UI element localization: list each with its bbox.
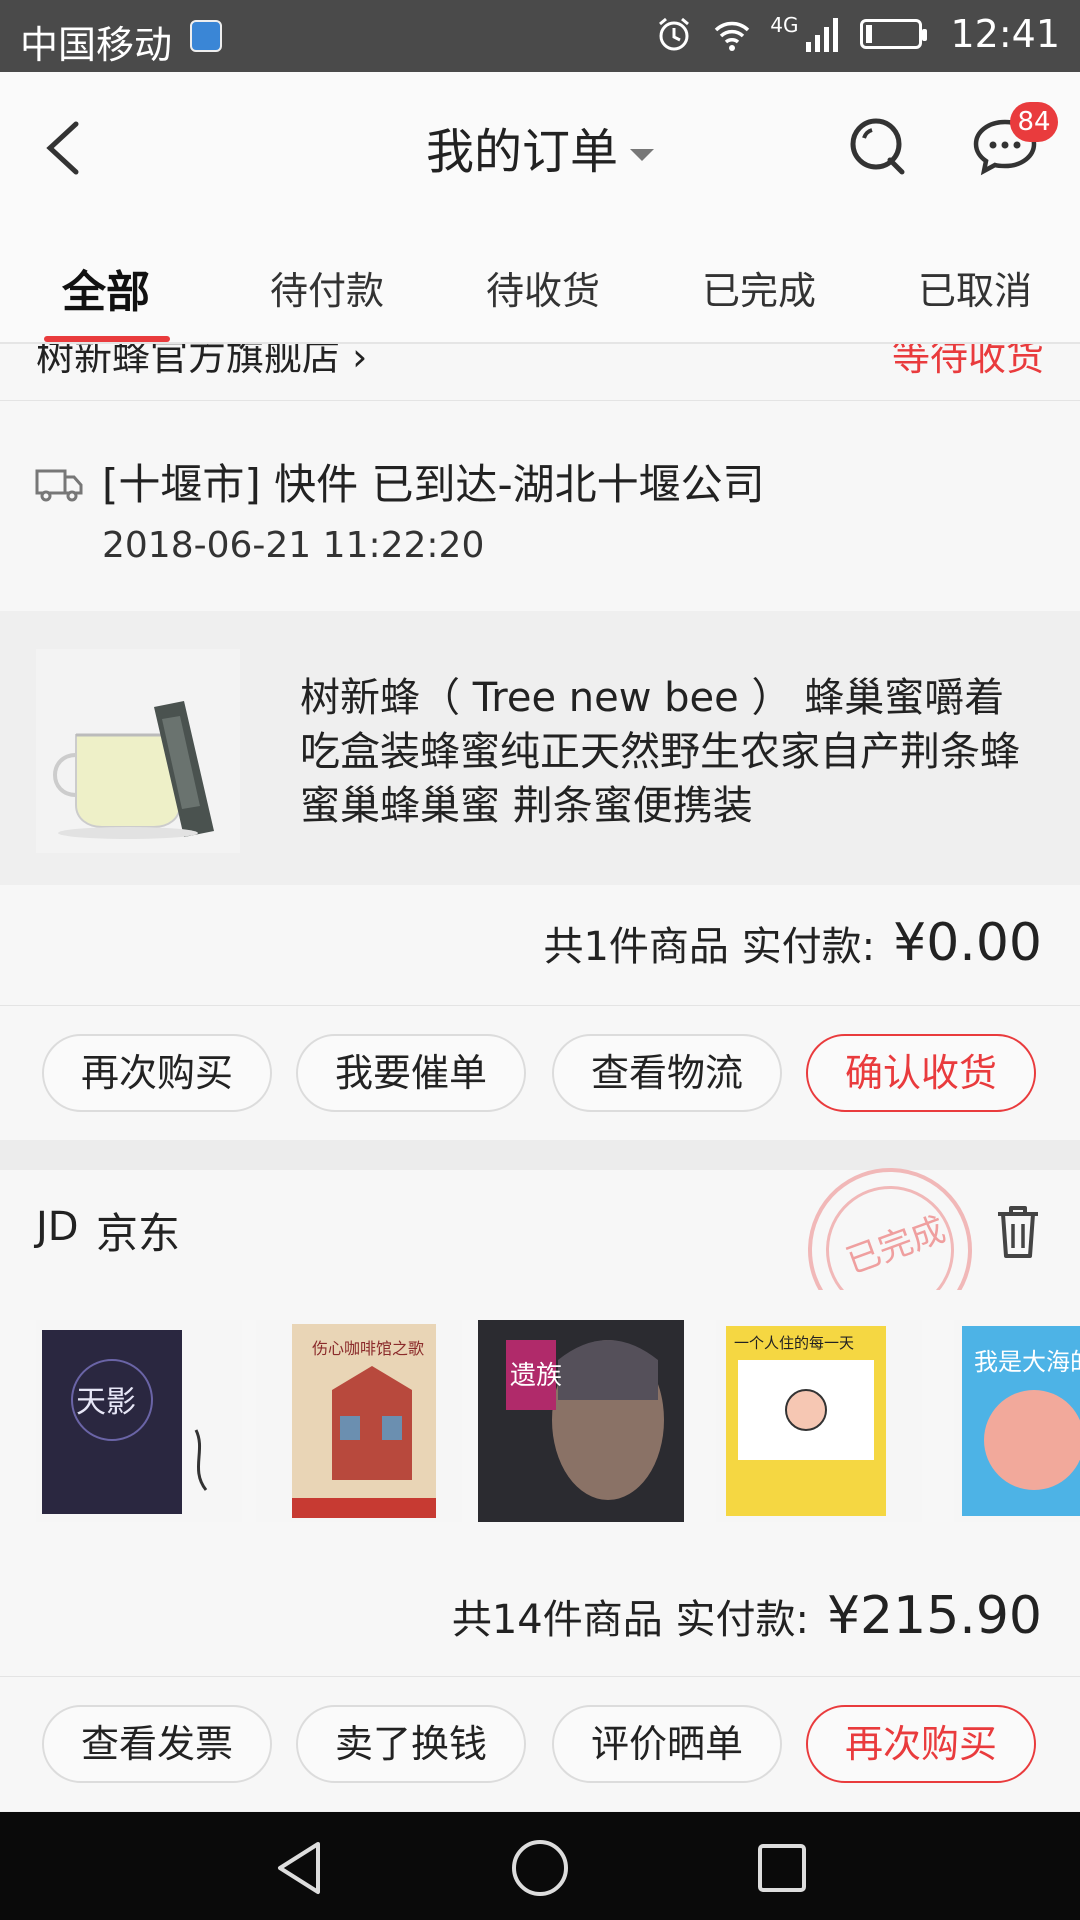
order-tabs: 全部 待付款 待收货 已完成 已取消 — [0, 222, 1080, 344]
book-cover-2: 伤心咖啡馆之歌 — [256, 1320, 462, 1522]
product-image — [36, 649, 240, 853]
order1-item-count: 共1件商品 实付款: — [543, 924, 876, 970]
alarm-icon — [659, 17, 690, 51]
order2-price: ¥215.90 — [826, 1586, 1042, 1646]
tab-completed[interactable]: 已完成 — [702, 260, 816, 315]
book-title-2: 伤心咖啡馆之歌 — [312, 1339, 424, 1358]
delete-icon[interactable] — [994, 1204, 1042, 1260]
search-icon[interactable] — [846, 114, 912, 180]
nav-home-icon[interactable] — [508, 1836, 572, 1900]
sell-for-cash-button[interactable]: 卖了换钱 — [296, 1705, 526, 1783]
book-title-3: 遗族 — [510, 1361, 562, 1391]
dropdown-caret-icon — [630, 149, 654, 161]
order1-price: ¥0.00 — [893, 913, 1042, 973]
order2-product-list[interactable]: 天影 伤心咖啡馆之歌 遗族 一个人住的每一天 我是大海的男孩 — [0, 1290, 1080, 1558]
active-tab-indicator — [44, 336, 170, 342]
status-bar: 中国移动 4G 12:41 — [0, 0, 1080, 72]
order1-product[interactable]: 树新蜂（ Tree new bee ） 蜂巢蜜嚼着吃盒装蜂蜜纯正天然野生农家自产… — [0, 611, 1080, 885]
page-title-text: 我的订单 — [425, 124, 618, 180]
logistics-status-text: [十堰市] 快件 已到达-湖北十堰公司 — [102, 460, 765, 509]
product-name: 树新蜂（ Tree new bee ） 蜂巢蜜嚼着吃盒装蜂蜜纯正天然野生农家自产… — [300, 675, 1020, 829]
order2-actions: 查看发票 卖了换钱 评价晒单 再次购买 — [0, 1677, 1080, 1811]
book-title-4: 一个人住的每一天 — [734, 1334, 854, 1352]
clock: 12:41 — [950, 12, 1060, 56]
page-title[interactable]: 我的订单 — [0, 112, 1080, 182]
order1-actions: 再次购买 我要催单 查看物流 确认收货 — [0, 1006, 1080, 1140]
order1-store-row[interactable]: 树新蜂官方旗舰店 › 等待收货 — [0, 344, 1080, 401]
order2-store-name: 京东 — [96, 1209, 181, 1258]
status-icons: 4G 12:41 — [654, 12, 1060, 56]
book-title-1: 天影 — [76, 1385, 136, 1420]
gallery-notification-icon — [190, 20, 222, 52]
order1-status: 等待收货 — [891, 344, 1044, 379]
app-header: 我的订单 84 — [0, 72, 1080, 222]
nav-recents-icon[interactable] — [754, 1840, 810, 1896]
system-nav-bar — [0, 1812, 1080, 1920]
book-cover-4: 一个人住的每一天 — [716, 1320, 922, 1522]
order1-logistics[interactable]: [十堰市] 快件 已到达-湖北十堰公司 2018-06-21 11:22:20 — [0, 401, 1080, 611]
truck-icon — [35, 469, 83, 502]
buy-again-button-2[interactable]: 再次购买 — [806, 1705, 1036, 1783]
confirm-receipt-button[interactable]: 确认收货 — [806, 1034, 1036, 1112]
logistics-time: 2018-06-21 11:22:20 — [102, 525, 485, 566]
tab-cancelled[interactable]: 已取消 — [918, 260, 1032, 315]
order1-store-name: 树新蜂官方旗舰店 › — [36, 344, 368, 379]
section-divider — [0, 1140, 1080, 1170]
wifi-icon — [715, 21, 750, 51]
order2-summary-text: 共14件商品 实付款: ¥215.90 — [452, 1586, 1042, 1646]
book-cover-1: 天影 — [36, 1320, 242, 1522]
nav-back-icon[interactable] — [270, 1838, 330, 1898]
buy-again-button[interactable]: 再次购买 — [42, 1034, 272, 1112]
book-cover-5: 我是大海的男孩 — [954, 1320, 1080, 1522]
urge-order-button[interactable]: 我要催单 — [296, 1034, 526, 1112]
order2-item-count: 共14件商品 实付款: — [451, 1597, 809, 1643]
carrier-label: 中国移动 — [20, 23, 173, 67]
view-logistics-button[interactable]: 查看物流 — [552, 1034, 782, 1112]
tab-all[interactable]: 全部 — [62, 256, 150, 320]
signal-icon — [806, 18, 839, 52]
view-invoice-button[interactable]: 查看发票 — [42, 1705, 272, 1783]
jd-logo: JD — [36, 1204, 79, 1250]
order2-summary: 共14件商品 实付款: ¥215.90 — [0, 1558, 1080, 1677]
message-count-badge: 84 — [1010, 102, 1058, 142]
order1-summary-text: 共1件商品 实付款: ¥0.00 — [543, 913, 1042, 973]
book-cover-3: 遗族 — [478, 1320, 684, 1522]
order1-summary: 共1件商品 实付款: ¥0.00 — [0, 885, 1080, 1006]
network-type: 4G — [770, 13, 799, 37]
tab-pending-payment[interactable]: 待付款 — [270, 260, 384, 315]
review-order-button[interactable]: 评价晒单 — [552, 1705, 782, 1783]
order2-store-row[interactable]: JD 京东 已完成 — [0, 1144, 1080, 1356]
battery-icon — [860, 19, 928, 49]
tab-pending-receipt[interactable]: 待收货 — [486, 260, 600, 315]
book-title-5: 我是大海的男孩 — [974, 1348, 1080, 1376]
